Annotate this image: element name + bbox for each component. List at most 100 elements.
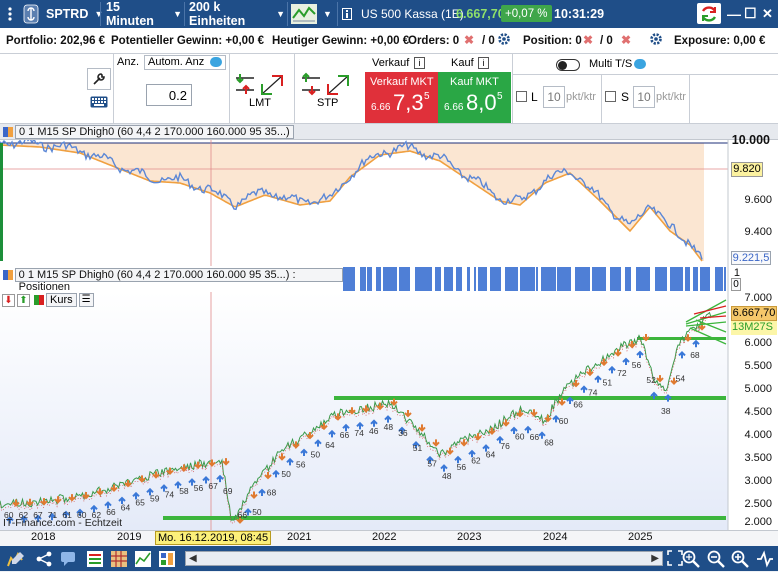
orders-total: / 0 <box>482 35 495 47</box>
position-bar <box>592 267 606 291</box>
price-axis-label: 3.500 <box>744 452 772 464</box>
position-cancel-icon[interactable]: ✖ <box>583 33 593 47</box>
position-bar <box>474 267 476 291</box>
watchlist-icon[interactable] <box>86 550 104 571</box>
trade-label: 68 <box>267 488 277 498</box>
position-close-icon[interactable]: ✖ <box>621 33 631 47</box>
trade-label: 50 <box>252 507 262 517</box>
maximize-button[interactable]: ☐ <box>744 3 757 24</box>
today-gain: Heutiger Gewinn: +0,00 € <box>272 35 410 47</box>
price-axis-label: 2.500 <box>744 498 772 510</box>
table-icon[interactable] <box>110 550 128 571</box>
position-bar <box>505 267 518 291</box>
orders-cancel-icon[interactable]: ✖ <box>464 33 474 47</box>
limit-order-label: LMT <box>249 97 271 109</box>
orders-count: Orders: 0 <box>408 35 460 47</box>
indicator-color-icon <box>3 126 13 137</box>
indicator-chart[interactable] <box>0 140 778 266</box>
trade-label: 59 <box>150 493 160 503</box>
refresh-icon[interactable] <box>697 3 721 24</box>
symbol-select[interactable]: SPTRD ▼ <box>46 3 103 24</box>
scroll-left-icon[interactable]: ◀ <box>189 553 197 564</box>
long-points-input[interactable]: 10 <box>543 86 565 108</box>
price-axis-label: 5.000 <box>744 383 772 395</box>
position-bar <box>456 267 462 291</box>
short-checkbox[interactable] <box>605 91 616 102</box>
positions-panel-header: 0 1 M15 SP Dhigh0 (60 4,4 2 170.000 160.… <box>0 266 343 293</box>
quantity-input[interactable]: 0.2 <box>146 84 192 106</box>
position-bar <box>724 267 726 291</box>
zoom-in-icon[interactable] <box>730 549 750 572</box>
instrument-info-icon[interactable] <box>342 3 354 24</box>
cursor-date-badge: Mo. 16.12.2019, 08:45 <box>155 531 272 545</box>
trade-label: 50 <box>311 450 321 460</box>
buy-info-icon[interactable]: i <box>478 57 489 69</box>
chart-style-select[interactable]: ▼ <box>291 3 337 24</box>
indicator-panel-title[interactable]: 0 1 M15 SP Dhigh0 (60 4,4 2 170.000 160.… <box>15 124 294 139</box>
buy-market-button[interactable]: Kauf MKT 6.66 8,0 5 <box>438 72 511 123</box>
position-bar <box>715 267 723 291</box>
list-icon[interactable]: ☰ <box>78 293 94 307</box>
sell-market-button[interactable]: Verkauf MKT 6.66 7,3 5 <box>365 72 438 123</box>
layout-icon[interactable] <box>158 550 176 571</box>
position-bar <box>670 267 683 291</box>
position-bar <box>376 267 381 291</box>
order-panel: Anz. Autom. Anz 0.2 LMT STP Verkauf i Ka… <box>0 54 778 124</box>
trade-label: 62 <box>471 456 481 466</box>
stop-order-icon[interactable] <box>298 72 354 96</box>
horizontal-scrollbar[interactable]: ◀ ▶ <box>185 551 663 566</box>
chart-window-icon[interactable] <box>134 550 152 571</box>
position-bar <box>700 267 710 291</box>
close-button[interactable]: ✕ <box>762 3 773 24</box>
indicator-axis-label: 10.000 <box>731 133 770 147</box>
chart-settings-icon[interactable] <box>756 550 774 571</box>
indicator-panel: 0 1 M15 SP Dhigh0 (60 4,4 2 170.000 160.… <box>0 124 778 266</box>
interval-select[interactable]: 15 Minuten ▼ <box>106 0 182 28</box>
multi-ts-toggle[interactable] <box>556 59 580 71</box>
positions-panel-title[interactable]: 0 1 M15 SP Dhigh0 (60 4,4 2 170.000 160.… <box>14 267 343 293</box>
year-label: 2021 <box>287 531 312 543</box>
arrow-down-icon[interactable]: ⬇ <box>2 293 15 307</box>
arrow-up-icon[interactable]: ⬆ <box>17 293 30 307</box>
minimize-button[interactable]: — <box>727 3 741 24</box>
trade-label: 56 <box>194 483 204 493</box>
zoom-select-icon[interactable] <box>681 549 701 572</box>
wrench-icon[interactable] <box>87 68 111 90</box>
trade-label: 48 <box>442 471 452 481</box>
position-bar <box>536 267 538 291</box>
trade-label: 51 <box>413 443 423 453</box>
limit-order-icon[interactable] <box>232 72 288 96</box>
clock-time: 10:31:29 <box>554 6 605 21</box>
trade-label: 56 <box>296 459 306 469</box>
scroll-right-icon[interactable]: ▶ <box>651 553 659 564</box>
share-icon[interactable] <box>36 551 52 570</box>
trade-label: 69 <box>223 486 233 496</box>
menu-icon[interactable] <box>2 3 18 24</box>
zoom-out-icon[interactable] <box>706 549 726 572</box>
price-panel-title[interactable]: Kurs <box>46 293 77 307</box>
quantity-label: Anz. <box>117 56 140 68</box>
units-select[interactable]: 200 k Einheiten ▼ <box>189 0 285 28</box>
price-axis-label: 6.000 <box>744 337 772 349</box>
positions-value-badge: 0 <box>731 278 741 291</box>
trade-label: 46 <box>369 426 379 436</box>
long-checkbox[interactable] <box>516 91 527 102</box>
trade-label: 57 <box>427 459 437 469</box>
position-settings-icon[interactable] <box>649 32 663 49</box>
chat-icon[interactable] <box>60 550 78 571</box>
link-icon[interactable] <box>22 3 40 24</box>
price-chart[interactable]: 60 62 67 71 61 60 62 66 64 65 59 74 58 56 67 6966 506850… <box>0 292 778 530</box>
position-bar <box>343 267 355 291</box>
trade-label: 52 <box>646 375 656 385</box>
position-count: Position: 0 <box>523 35 582 47</box>
keyboard-icon[interactable] <box>87 92 111 112</box>
portfolio-value: Portfolio: 202,96 € <box>6 35 106 47</box>
sell-info-icon[interactable]: i <box>414 57 425 69</box>
chevron-down-icon: ▼ <box>276 8 285 19</box>
pencil-icon[interactable] <box>6 550 26 571</box>
trade-label: 66 <box>340 430 350 440</box>
orders-settings-icon[interactable] <box>497 32 511 49</box>
sell-header: Verkauf <box>372 57 410 69</box>
multi-ts-label: Multi T/S <box>589 58 633 70</box>
short-points-input[interactable]: 10 <box>633 86 655 108</box>
